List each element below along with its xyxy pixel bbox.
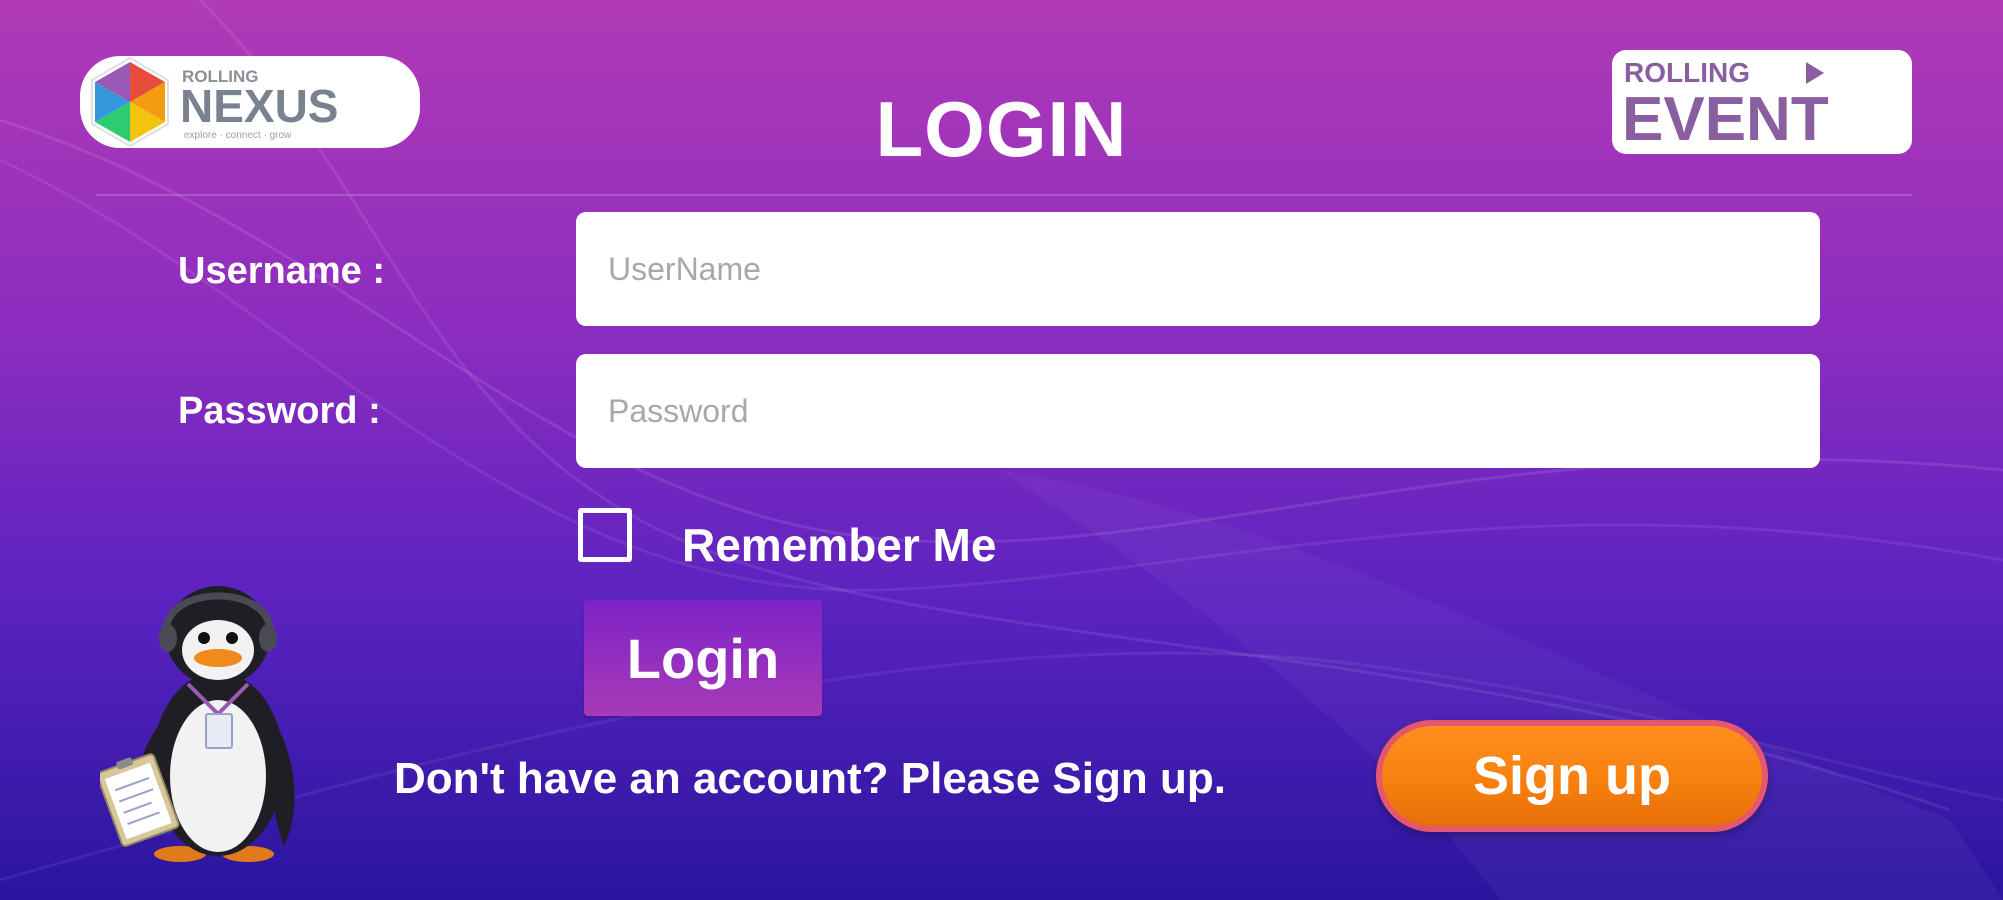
login-button[interactable]: Login: [584, 600, 822, 716]
remember-me-label[interactable]: Remember Me: [682, 518, 996, 572]
remember-me-checkbox[interactable]: [578, 508, 632, 562]
password-input[interactable]: [576, 354, 1820, 468]
signup-button[interactable]: Sign up: [1376, 720, 1768, 832]
page-title: LOGIN: [875, 85, 1128, 173]
password-label: Password :: [178, 390, 381, 432]
username-input[interactable]: [576, 212, 1820, 326]
header-divider: [96, 194, 1912, 196]
username-label: Username :: [178, 250, 385, 292]
penguin-mascot: [96, 554, 310, 874]
signup-prompt: Don't have an account? Please Sign up.: [394, 754, 1226, 803]
